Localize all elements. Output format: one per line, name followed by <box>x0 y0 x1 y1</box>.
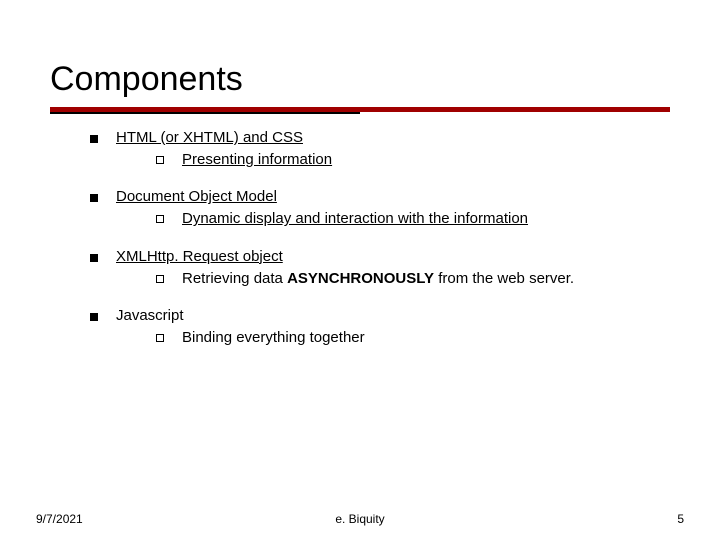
sub-list-item: Binding everything together <box>156 328 670 348</box>
list-item: HTML (or XHTML) and CSS <box>90 129 670 146</box>
sub-item-label: Dynamic display and interaction with the… <box>182 209 528 229</box>
square-bullet-icon <box>90 194 98 202</box>
sub-item-label: Retrieving data ASYNCHRONOUSLY from the … <box>182 269 574 289</box>
sub-item-label: Presenting information <box>182 150 332 170</box>
sub-item-label: Binding everything together <box>182 328 365 348</box>
square-bullet-icon <box>90 313 98 321</box>
list-item: Javascript <box>90 307 670 324</box>
item-label: Document Object Model <box>116 188 277 205</box>
footer-page-number: 5 <box>677 512 684 526</box>
open-square-bullet-icon <box>156 156 164 164</box>
footer-date: 9/7/2021 <box>36 512 83 526</box>
square-bullet-icon <box>90 254 98 262</box>
list-item: XMLHttp. Request object <box>90 248 670 265</box>
title-rule <box>50 107 670 115</box>
slide-content: HTML (or XHTML) and CSS Presenting infor… <box>50 127 670 348</box>
sub-list-item: Dynamic display and interaction with the… <box>156 209 670 229</box>
open-square-bullet-icon <box>156 215 164 223</box>
list-item: Document Object Model <box>90 188 670 205</box>
sub-list-item: Retrieving data ASYNCHRONOUSLY from the … <box>156 269 670 289</box>
item-label: Javascript <box>116 307 184 324</box>
item-label: XMLHttp. Request object <box>116 248 283 265</box>
square-bullet-icon <box>90 135 98 143</box>
open-square-bullet-icon <box>156 334 164 342</box>
item-label: HTML (or XHTML) and CSS <box>116 129 303 146</box>
slide-footer: 9/7/2021 e. Biquity 5 <box>0 512 720 526</box>
slide-title: Components <box>50 60 670 99</box>
open-square-bullet-icon <box>156 275 164 283</box>
sub-list-item: Presenting information <box>156 150 670 170</box>
footer-source: e. Biquity <box>335 512 384 526</box>
